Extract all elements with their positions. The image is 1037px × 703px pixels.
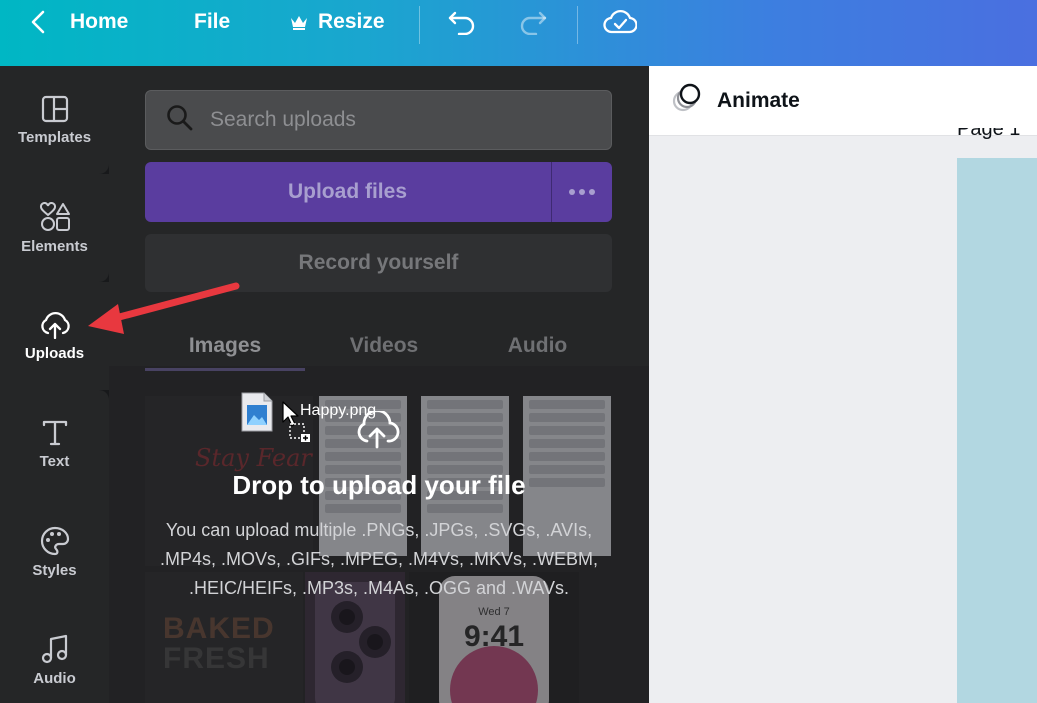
nav-label: Templates bbox=[17, 128, 92, 146]
dragged-file-icon bbox=[240, 391, 274, 438]
upload-files-group: Upload files bbox=[145, 162, 612, 222]
nav-audio[interactable]: Audio bbox=[0, 606, 109, 703]
upload-files-button[interactable]: Upload files bbox=[145, 162, 550, 222]
resize-label: Resize bbox=[318, 10, 385, 33]
file-menu-button[interactable]: File bbox=[194, 0, 230, 44]
chevron-left-icon bbox=[30, 10, 46, 34]
nav-templates[interactable]: Templates bbox=[0, 66, 109, 174]
nav-label: Styles bbox=[32, 561, 77, 579]
drop-description: You can upload multiple .PNGs, .JPGs, .S… bbox=[159, 520, 599, 598]
uploads-panel: Search uploads Upload files Record yours… bbox=[109, 66, 649, 703]
home-label: Home bbox=[70, 10, 129, 33]
animate-label: Animate bbox=[717, 88, 800, 112]
tab-label: Audio bbox=[507, 334, 568, 357]
animate-button[interactable]: Animate bbox=[671, 82, 800, 119]
nav-label: Text bbox=[39, 452, 70, 470]
nav-text[interactable]: Text bbox=[0, 390, 109, 498]
nav-styles[interactable]: Styles bbox=[0, 498, 109, 606]
music-note-icon bbox=[41, 634, 69, 664]
nav-label: Elements bbox=[21, 237, 88, 255]
tab-label: Videos bbox=[349, 334, 419, 357]
undo-button[interactable] bbox=[447, 0, 477, 44]
canvas-area: Animate Page 1 bbox=[649, 66, 1037, 703]
tab-audio[interactable]: Audio bbox=[463, 322, 612, 370]
canva-editor: Home File Resize Templates Elements Uplo… bbox=[0, 0, 1037, 703]
search-placeholder: Search uploads bbox=[210, 108, 356, 131]
nav-label: Uploads bbox=[24, 344, 85, 362]
design-page[interactable] bbox=[957, 158, 1037, 703]
copy-indicator-icon bbox=[289, 423, 311, 448]
more-options-button[interactable] bbox=[551, 162, 612, 222]
more-dots-icon bbox=[569, 189, 575, 195]
animate-toolbar: Animate bbox=[649, 66, 1037, 136]
nav-elements[interactable]: Elements bbox=[0, 174, 109, 282]
resize-button[interactable]: Resize bbox=[290, 0, 385, 44]
cloud-check-icon bbox=[603, 8, 637, 36]
top-bar: Home File Resize bbox=[0, 0, 1037, 66]
redo-button[interactable] bbox=[518, 0, 548, 44]
home-button[interactable]: Home bbox=[30, 0, 128, 44]
nav-label: Audio bbox=[33, 669, 76, 687]
record-yourself-label: Record yourself bbox=[298, 251, 459, 274]
elements-icon bbox=[39, 201, 71, 232]
drop-title: Drop to upload your file bbox=[232, 470, 526, 500]
side-nav: Templates Elements Uploads Text Styles A… bbox=[0, 66, 109, 703]
upload-files-label: Upload files bbox=[287, 180, 408, 203]
tab-videos[interactable]: Videos bbox=[305, 322, 463, 370]
palette-icon bbox=[40, 526, 70, 556]
topbar-divider bbox=[419, 6, 420, 44]
save-status-button[interactable] bbox=[603, 0, 637, 44]
redo-icon bbox=[518, 9, 548, 35]
search-icon bbox=[166, 104, 194, 137]
more-dots-icon bbox=[579, 189, 585, 195]
undo-icon bbox=[447, 9, 477, 35]
dragged-file-name: Happy.png bbox=[300, 402, 377, 419]
text-icon bbox=[41, 419, 69, 447]
more-dots-icon bbox=[589, 189, 595, 195]
animate-icon bbox=[671, 82, 703, 119]
search-uploads-field[interactable]: Search uploads bbox=[145, 90, 612, 150]
upload-cloud-icon bbox=[38, 311, 72, 339]
topbar-divider bbox=[577, 6, 578, 44]
file-label: File bbox=[194, 10, 231, 33]
annotation-arrow bbox=[80, 276, 242, 339]
crown-icon bbox=[290, 14, 308, 30]
templates-icon bbox=[41, 95, 69, 123]
